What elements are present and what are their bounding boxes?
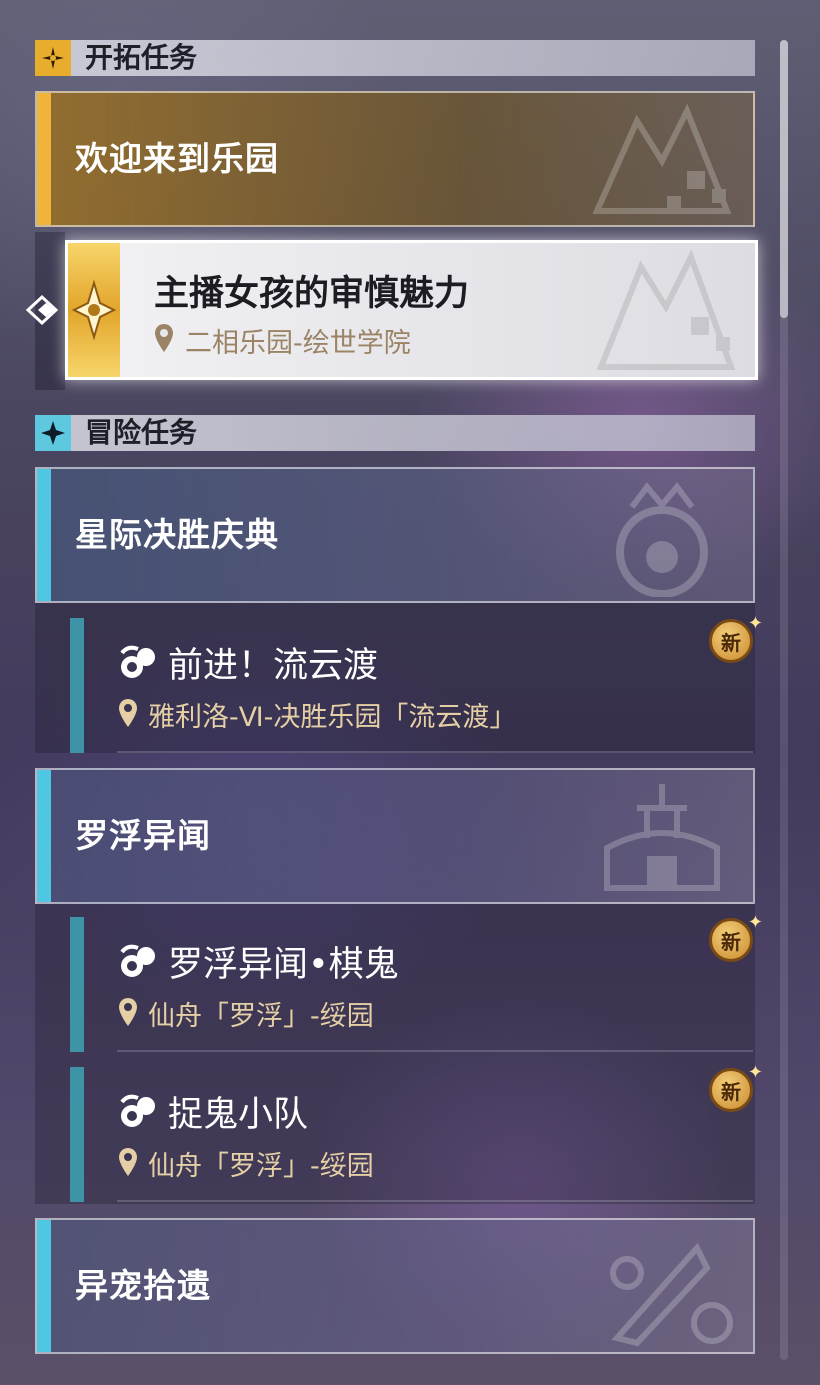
section-title: 开拓任务 xyxy=(85,41,198,74)
quest-title: 主播女孩的审慎魅力 xyxy=(154,274,470,314)
group-title: 欢迎来到乐园 xyxy=(75,139,279,178)
location-pin-icon xyxy=(119,998,137,1026)
quest-title: 捉鬼小队 xyxy=(168,1095,309,1135)
adventure-mission-icon xyxy=(120,645,155,678)
quest-group-star-festival[interactable]: 星际决胜庆典 xyxy=(35,467,755,603)
selection-arrow-icon xyxy=(25,294,59,326)
quest-title: 前进！流云渡 xyxy=(168,646,379,686)
quest-item[interactable]: 捉鬼小队 仙舟「罗浮」-绥园 新 ✦ xyxy=(35,1052,763,1202)
group-accent-bar xyxy=(37,770,51,902)
trailblaze-mission-icon xyxy=(68,243,120,377)
location-pin-icon xyxy=(155,324,173,352)
new-badge: 新 ✦ xyxy=(703,613,763,669)
group-accent-bar xyxy=(37,469,51,601)
group-accent-bar xyxy=(37,93,51,225)
adventure-star-icon xyxy=(35,415,71,451)
divider xyxy=(117,751,753,753)
section-header-trailblaze: 开拓任务 xyxy=(35,40,755,76)
quest-indicator-bar xyxy=(70,917,84,1052)
quest-group-luofu-tales[interactable]: 罗浮异闻 xyxy=(35,768,755,904)
section-title: 冒险任务 xyxy=(85,416,198,449)
location-pin-icon xyxy=(119,1148,137,1176)
adventure-mission-icon xyxy=(120,944,155,977)
pet-emblem-icon xyxy=(610,1242,733,1347)
section-header-adventure: 冒险任务 xyxy=(35,415,755,451)
quest-location: 仙舟「罗浮」-绥园 xyxy=(148,1151,374,1182)
adventure-mission-icon xyxy=(120,1094,155,1127)
quest-group-welcome[interactable]: 欢迎来到乐园 xyxy=(35,91,755,227)
new-badge: 新 ✦ xyxy=(703,1062,763,1118)
paradise-emblem-icon xyxy=(592,103,732,214)
sparkle-icon: ✦ xyxy=(747,912,763,933)
quest-location: 雅利洛-Ⅵ-决胜乐园「流云渡」 xyxy=(148,702,517,733)
new-badge: 新 ✦ xyxy=(703,912,763,968)
luofu-emblem-icon xyxy=(604,784,720,891)
sparkle-icon: ✦ xyxy=(747,613,763,634)
festival-emblem-icon xyxy=(616,482,708,597)
group-title: 异宠拾遗 xyxy=(75,1266,211,1305)
quest-location: 仙舟「罗浮」-绥园 xyxy=(148,1001,374,1032)
divider xyxy=(117,1200,753,1202)
sparkle-icon: ✦ xyxy=(747,1062,763,1083)
quest-indicator-bar xyxy=(70,1067,84,1202)
trailblaze-star-icon xyxy=(35,40,71,76)
location-pin-icon xyxy=(119,699,137,727)
quest-location: 二相乐园-绘世学院 xyxy=(185,328,411,359)
group-accent-bar xyxy=(37,1220,51,1352)
group-title: 罗浮异闻 xyxy=(75,816,211,855)
group-title: 星际决胜庆典 xyxy=(75,515,279,554)
paradise-emblem-icon xyxy=(596,249,736,370)
quest-title: 罗浮异闻•棋鬼 xyxy=(168,945,399,985)
selected-quest-card[interactable]: 主播女孩的审慎魅力 二相乐园-绘世学院 xyxy=(65,240,758,380)
quest-item[interactable]: 前进！流云渡 雅利洛-Ⅵ-决胜乐园「流云渡」 新 ✦ xyxy=(35,603,763,753)
new-badge-label: 新 xyxy=(709,918,753,962)
new-badge-label: 新 xyxy=(709,619,753,663)
quest-indicator-bar xyxy=(70,618,84,753)
new-badge-label: 新 xyxy=(709,1068,753,1112)
quest-item[interactable]: 罗浮异闻•棋鬼 仙舟「罗浮」-绥园 新 ✦ xyxy=(35,902,763,1052)
scrollbar-track[interactable] xyxy=(780,40,788,1360)
scrollbar-thumb[interactable] xyxy=(780,40,788,318)
quest-group-exotic-pets[interactable]: 异宠拾遗 xyxy=(35,1218,755,1354)
